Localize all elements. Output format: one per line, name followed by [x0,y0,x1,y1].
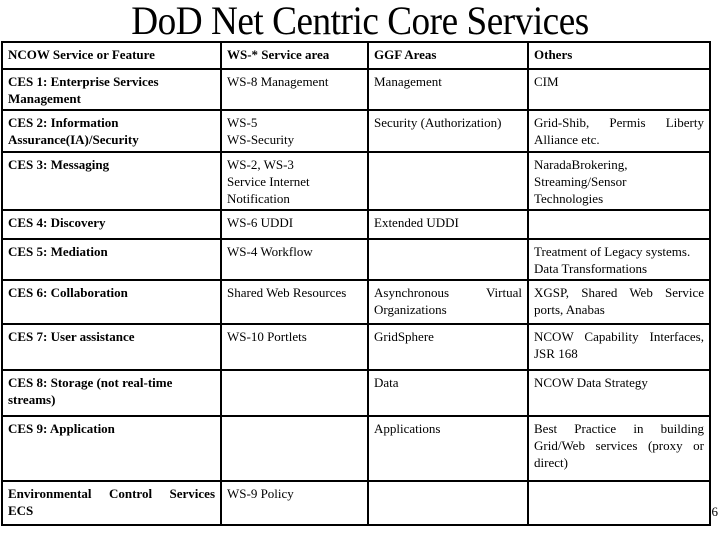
column-header-ggf-areas: GGF Areas [367,41,529,70]
ggf-cell: Extended UDDI [367,209,529,240]
ws-cell: Shared Web Resources [220,279,369,325]
ggf-cell: Management [367,68,529,111]
others-cell-line: Technologies [534,191,604,206]
ws-cell: WS-4 Workflow [220,238,369,281]
others-cell [527,480,711,526]
feature-cell: CES 6: Collaboration [1,279,222,325]
feature-cell: CES 9: Application [1,415,222,482]
ws-cell [220,415,369,482]
table-row: CES 6: Collaboration Shared Web Resource… [1,279,711,325]
table-row: CES 1: Enterprise Services Management WS… [1,68,711,111]
table-row: CES 7: User assistance WS-10 Portlets Gr… [1,323,711,371]
ggf-cell: GridSphere [367,323,529,371]
feature-cell: Environmental Control Services ECS [1,480,222,526]
others-cell [527,209,711,240]
ws-cell: WS-9 Policy [220,480,369,526]
column-header-ncow-feature: NCOW Service or Feature [1,41,222,70]
others-cell-line: Data Transformations [534,261,648,276]
table-row: CES 3: Messaging WS-2, WS-3 Service Inte… [1,151,711,211]
ws-cell-line: WS-2, WS-3 [227,157,294,172]
ggf-cell: Asynchronous Virtual Organizations [367,279,529,325]
table-header-row: NCOW Service or Feature WS-* Service are… [1,41,711,70]
ggf-cell [367,151,529,211]
table-row: CES 9: Application Applications Best Pra… [1,415,711,482]
core-services-table: NCOW Service or Feature WS-* Service are… [1,41,711,526]
others-cell: Best Practice in building Grid/Web servi… [527,415,711,482]
ws-cell-line: WS-5 [227,115,258,130]
ws-cell: WS-6 UDDI [220,209,369,240]
ws-cell: WS-8 Management [220,68,369,111]
others-cell: XGSP, Shared Web Service ports, Anabas [527,279,711,325]
ws-cell-line: Service Internet [227,174,310,189]
others-cell: Treatment of Legacy systems. Data Transf… [527,238,711,281]
table-row: CES 5: Mediation WS-4 Workflow Treatment… [1,238,711,281]
slide-title: DoD Net Centric Core Services [131,0,589,43]
ws-cell: WS-5 WS-Security [220,109,369,153]
table-row: CES 4: Discovery WS-6 UDDI Extended UDDI [1,209,711,240]
column-header-others: Others [527,41,711,70]
feature-cell: CES 3: Messaging [1,151,222,211]
ggf-cell: Data [367,369,529,417]
others-cell-line: Streaming/Sensor [534,174,627,189]
others-cell: Grid-Shib, Permis Liberty Alliance etc. [527,109,711,153]
ws-cell: WS-2, WS-3 Service Internet Notification [220,151,369,211]
ws-cell [220,369,369,417]
table-row: Environmental Control Services ECS WS-9 … [1,480,711,526]
feature-cell: CES 8: Storage (not real-time streams) [1,369,222,417]
ws-cell-line: Notification [227,191,290,206]
ws-cell-line: WS-Security [227,132,295,147]
ggf-cell [367,480,529,526]
ggf-cell: Applications [367,415,529,482]
feature-cell: CES 4: Discovery [1,209,222,240]
feature-cell: CES 5: Mediation [1,238,222,281]
feature-cell: CES 2: Information Assurance(IA)/Securit… [1,109,222,153]
table-row: CES 2: Information Assurance(IA)/Securit… [1,109,711,153]
feature-cell: CES 1: Enterprise Services Management [1,68,222,111]
page-number: 6 [711,504,719,519]
column-header-ws-service-area: WS-* Service area [220,41,369,70]
others-cell-line: Treatment of Legacy systems. [534,244,691,259]
others-cell-line: NaradaBrokering, [534,157,628,172]
ggf-cell [367,238,529,281]
ws-cell: WS-10 Portlets [220,323,369,371]
others-cell: NCOW Capability Interfaces, JSR 168 [527,323,711,371]
ggf-cell: Security (Authorization) [367,109,529,153]
feature-cell: CES 7: User assistance [1,323,222,371]
others-cell: NaradaBrokering, Streaming/Sensor Techno… [527,151,711,211]
others-cell: CIM [527,68,711,111]
others-cell: NCOW Data Strategy [527,369,711,417]
table-row: CES 8: Storage (not real-time streams) D… [1,369,711,417]
